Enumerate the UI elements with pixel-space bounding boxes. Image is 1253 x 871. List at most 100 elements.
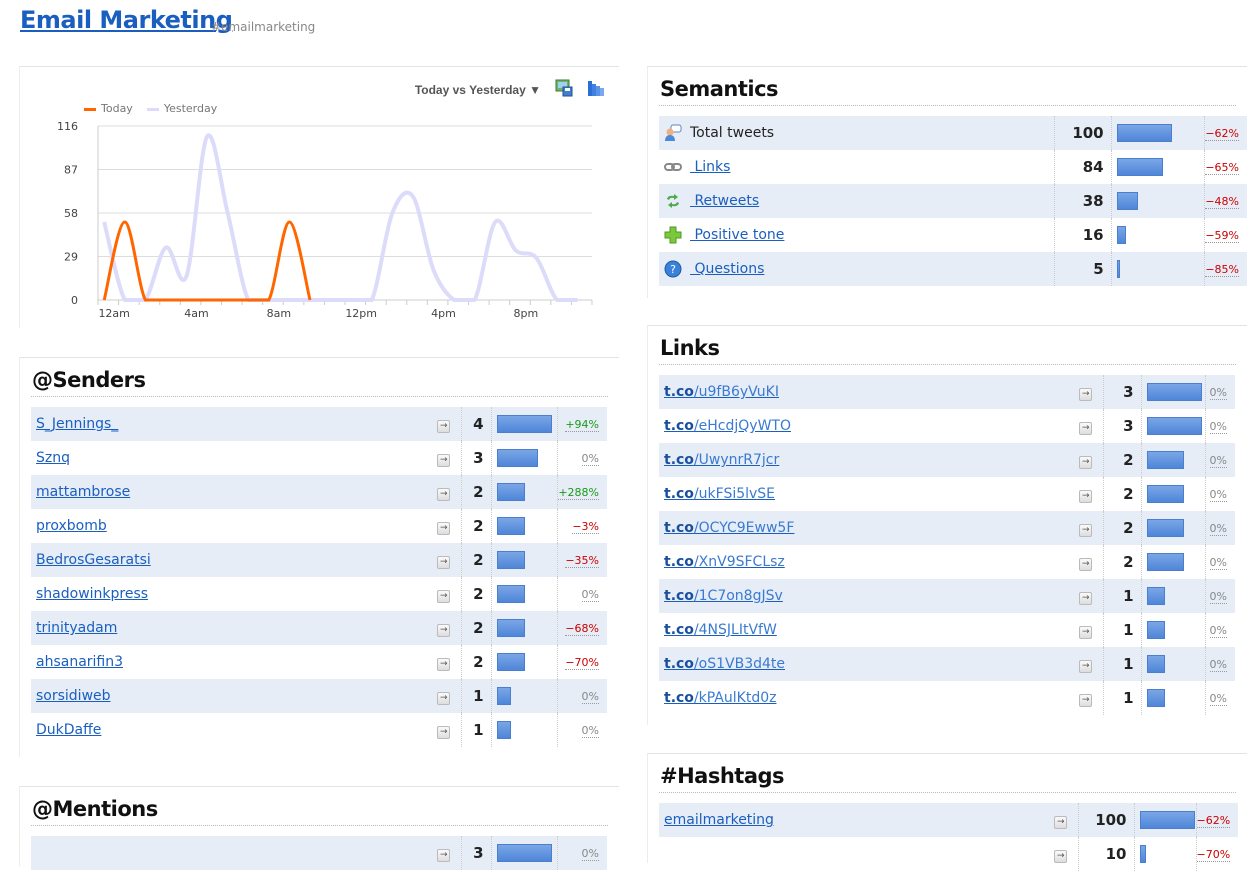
- open-arrow-icon[interactable]: →: [1079, 557, 1093, 571]
- count-value: 1: [1103, 681, 1142, 715]
- sender-name-link[interactable]: BedrosGesaratsi: [36, 552, 151, 568]
- semantics-panel: Semantics Total tweets 100 −62% Links 84 −65…: [647, 66, 1247, 298]
- link-path: /oS1VB3d4te: [693, 656, 785, 672]
- open-arrow-icon[interactable]: →: [437, 521, 451, 535]
- change-percent[interactable]: −65%: [1205, 160, 1239, 175]
- open-arrow-icon[interactable]: →: [437, 691, 451, 705]
- chain-link-icon: [664, 158, 682, 176]
- change-percent[interactable]: 0%: [1209, 555, 1227, 570]
- change-percent[interactable]: −70%: [1196, 847, 1231, 862]
- count-value: 1: [1103, 647, 1142, 681]
- change-percent[interactable]: −62%: [1196, 813, 1231, 828]
- open-arrow-icon[interactable]: →: [1079, 421, 1093, 435]
- count-value: 5: [1054, 252, 1112, 286]
- open-arrow-icon[interactable]: →: [437, 848, 451, 862]
- change-percent[interactable]: −62%: [1205, 126, 1239, 141]
- semantic-label[interactable]: Links: [690, 159, 730, 175]
- change-percent[interactable]: 0%: [1209, 691, 1227, 706]
- open-arrow-icon[interactable]: →: [437, 725, 451, 739]
- open-arrow-icon[interactable]: →: [437, 487, 451, 501]
- semantic-label[interactable]: Questions: [690, 261, 764, 277]
- semantic-row: Total tweets 100 −62%: [659, 116, 1247, 150]
- open-arrow-icon[interactable]: →: [1079, 591, 1093, 605]
- change-percent[interactable]: 0%: [581, 723, 599, 738]
- count-value: 100: [1054, 116, 1112, 150]
- change-percent[interactable]: 0%: [1209, 521, 1227, 536]
- plus-icon: [664, 226, 682, 244]
- open-arrow-icon[interactable]: →: [437, 657, 451, 671]
- sender-name-link[interactable]: DukDaffe: [36, 722, 101, 738]
- sender-name-link[interactable]: ahsanarifin3: [36, 654, 123, 670]
- link-url[interactable]: t.co/kPAulKtd0z: [664, 690, 776, 706]
- sender-name-link[interactable]: proxbomb: [36, 518, 107, 534]
- change-percent[interactable]: 0%: [581, 587, 599, 602]
- link-row: t.co/u9fB6yVuKI → 3 0%: [659, 375, 1235, 409]
- change-percent[interactable]: +288%: [558, 485, 599, 500]
- open-arrow-icon[interactable]: →: [1079, 455, 1093, 469]
- change-percent[interactable]: −48%: [1205, 194, 1239, 209]
- semantics-table: Total tweets 100 −62% Links 84 −65% Retweets…: [659, 116, 1247, 286]
- sender-name-link[interactable]: shadowinkpress: [36, 586, 148, 602]
- change-percent[interactable]: 0%: [1209, 453, 1227, 468]
- change-percent[interactable]: 0%: [1209, 657, 1227, 672]
- series-line-yesterday: [102, 133, 578, 302]
- sender-name-link[interactable]: mattambrose: [36, 484, 130, 500]
- change-percent[interactable]: −85%: [1205, 262, 1239, 277]
- semantic-label[interactable]: Positive tone: [690, 227, 784, 243]
- change-percent[interactable]: 0%: [581, 451, 599, 466]
- share-bar: [1116, 124, 1172, 142]
- semantic-label[interactable]: Retweets: [690, 193, 759, 209]
- link-domain: t.co: [664, 554, 694, 570]
- page-title[interactable]: Email Marketing: [20, 6, 233, 34]
- share-bar: [496, 483, 525, 501]
- change-percent[interactable]: +94%: [565, 417, 599, 432]
- open-arrow-icon[interactable]: →: [1079, 659, 1093, 673]
- change-percent[interactable]: 0%: [581, 846, 599, 861]
- semantics-title: Semantics: [660, 77, 779, 101]
- link-url[interactable]: t.co/oS1VB3d4te: [664, 656, 785, 672]
- hashtag-name-link[interactable]: emailmarketing: [664, 812, 774, 828]
- change-percent[interactable]: 0%: [1209, 419, 1227, 434]
- change-percent[interactable]: 0%: [581, 689, 599, 704]
- open-arrow-icon[interactable]: →: [437, 555, 451, 569]
- sender-name-link[interactable]: Sznq: [36, 450, 70, 466]
- open-arrow-icon[interactable]: →: [437, 419, 451, 433]
- open-arrow-icon[interactable]: →: [1054, 815, 1068, 829]
- open-arrow-icon[interactable]: →: [1079, 523, 1093, 537]
- link-url[interactable]: t.co/1C7on8gJSv: [664, 588, 783, 604]
- change-percent[interactable]: 0%: [1209, 589, 1227, 604]
- sender-name-link[interactable]: S_Jennings_: [36, 416, 118, 432]
- link-url[interactable]: t.co/eHcdjQyWTO: [664, 418, 791, 434]
- count-value: 100: [1078, 803, 1135, 837]
- change-percent[interactable]: −59%: [1205, 228, 1239, 243]
- link-url[interactable]: t.co/ukFSi5lvSE: [664, 486, 775, 502]
- link-url[interactable]: t.co/UwynrR7jcr: [664, 452, 779, 468]
- open-arrow-icon[interactable]: →: [1079, 693, 1093, 707]
- change-percent[interactable]: 0%: [1209, 385, 1227, 400]
- y-tick-label: 29: [64, 251, 78, 264]
- sender-row: BedrosGesaratsi → 2 −35%: [31, 543, 607, 577]
- change-percent[interactable]: 0%: [1209, 623, 1227, 638]
- activity-chart-panel: Today vs Yesterday ▼ Today Yesterday 0 29…: [19, 66, 619, 328]
- change-percent[interactable]: −70%: [565, 655, 599, 670]
- count-value: 2: [461, 475, 492, 509]
- change-percent[interactable]: 0%: [1209, 487, 1227, 502]
- change-percent[interactable]: −3%: [572, 519, 599, 534]
- y-tick-label: 87: [64, 164, 78, 177]
- open-arrow-icon[interactable]: →: [1079, 625, 1093, 639]
- open-arrow-icon[interactable]: →: [1079, 489, 1093, 503]
- link-url[interactable]: t.co/XnV9SFCLsz: [664, 554, 785, 570]
- link-url[interactable]: t.co/u9fB6yVuKI: [664, 384, 779, 400]
- sender-name-link[interactable]: sorsidiweb: [36, 688, 111, 704]
- open-arrow-icon[interactable]: →: [437, 589, 451, 603]
- sender-name-link[interactable]: trinityadam: [36, 620, 117, 636]
- open-arrow-icon[interactable]: →: [1079, 387, 1093, 401]
- change-percent[interactable]: −35%: [565, 553, 599, 568]
- change-percent[interactable]: −68%: [565, 621, 599, 636]
- link-url[interactable]: t.co/4NSJLItVfW: [664, 622, 777, 638]
- open-arrow-icon[interactable]: →: [437, 623, 451, 637]
- link-url[interactable]: t.co/OCYC9Eww5F: [664, 520, 794, 536]
- open-arrow-icon[interactable]: →: [1054, 849, 1068, 863]
- link-row: t.co/1C7on8gJSv → 1 0%: [659, 579, 1235, 613]
- open-arrow-icon[interactable]: →: [437, 453, 451, 467]
